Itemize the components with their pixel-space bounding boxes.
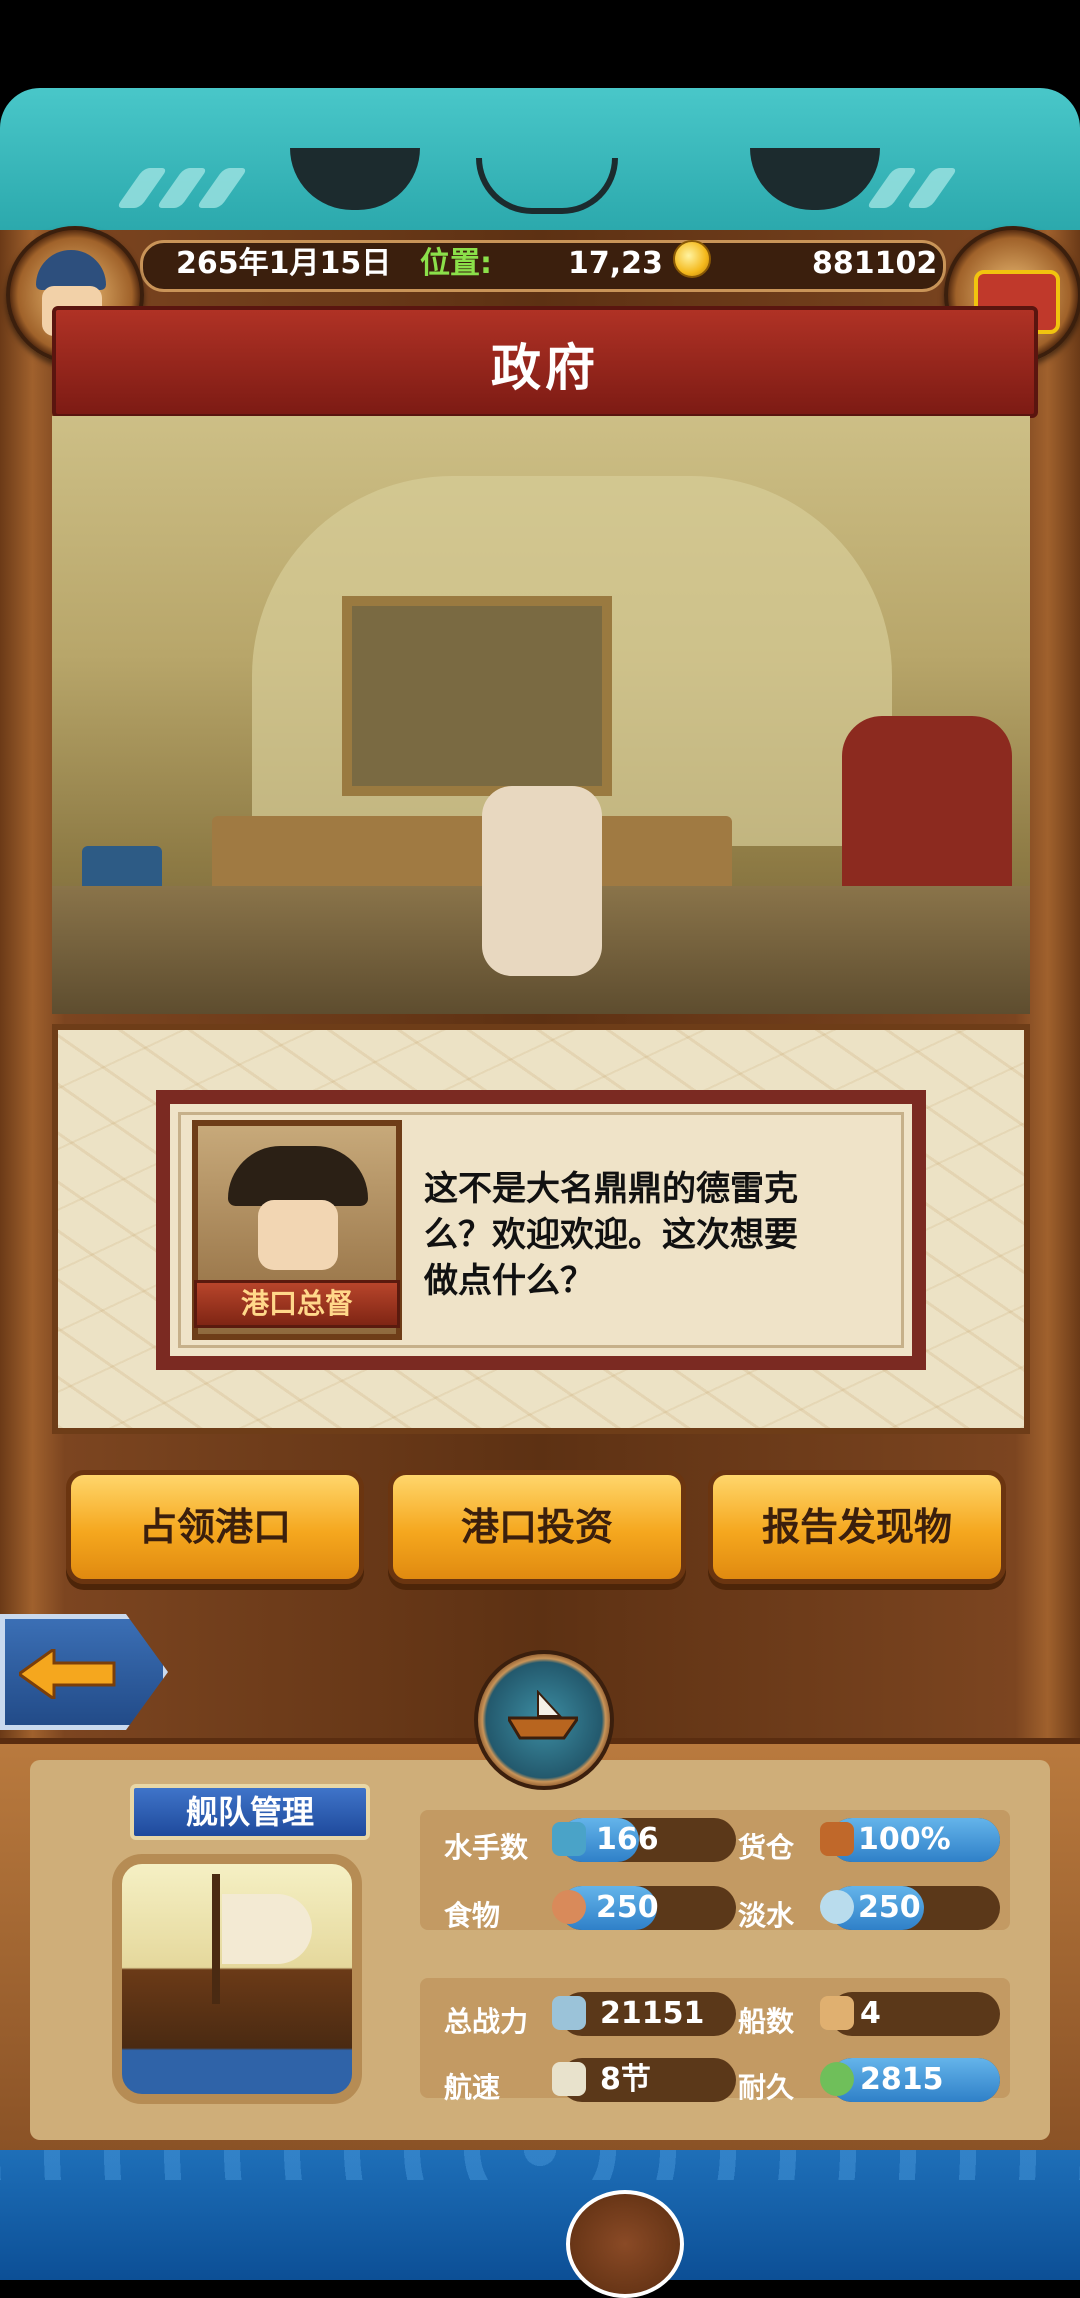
arrow-left-icon [19, 1649, 116, 1699]
port-investment-button[interactable]: 港口投资 [388, 1470, 686, 1584]
stat-value-ship-count: 4 [860, 1996, 881, 2031]
boat-icon [508, 1690, 578, 1740]
sailor-avatar-icon[interactable] [566, 2190, 684, 2298]
stat-label-sailors: 水手数 [444, 1831, 529, 1864]
stat-label-ship-count: 船数 [738, 2005, 795, 2038]
banner-mouth [476, 158, 618, 214]
ocean-waves [0, 2150, 1080, 2180]
banner-right-eye [750, 148, 880, 210]
stat-label-cargo: 货仓 [738, 1831, 795, 1864]
government-office-scene [52, 416, 1030, 1014]
scene-painting [342, 596, 612, 796]
ship-mast [212, 1874, 220, 2004]
title-bar: 政府 [52, 306, 1038, 418]
fleet-compass-button[interactable] [474, 1650, 614, 1790]
stat-value-power: 21151 [600, 1996, 705, 2031]
stat-label-food: 食物 [444, 1899, 501, 1932]
stat-value-water: 250 [858, 1890, 921, 1925]
position-label: 位置: [420, 246, 492, 281]
page-title: 政府 [491, 339, 599, 397]
sword-icon [552, 1996, 586, 2030]
stat-value-durability: 2815 [860, 2062, 944, 2097]
stat-value-sailors: 166 [596, 1822, 659, 1857]
fleet-management-title[interactable]: 舰队管理 [130, 1784, 370, 1840]
water-jug-icon [820, 1890, 854, 1924]
speaker-label: 港口总督 [194, 1280, 400, 1328]
tricorn-hat-icon [228, 1146, 368, 1206]
meat-icon [552, 1890, 586, 1924]
pirate-hat-icon [36, 250, 106, 290]
dialog-text: 这不是大名鼎鼎的德雷克么？欢迎欢迎。这次想要做点什么？ [424, 1169, 798, 1301]
stat-label-water: 淡水 [738, 1899, 795, 1932]
sail-icon [552, 2062, 586, 2096]
stat-label-durability: 耐久 [738, 2071, 795, 2104]
governor-face-icon [258, 1200, 338, 1270]
scene-character [482, 786, 602, 976]
stat-value-speed: 8节 [600, 2062, 651, 2097]
gold-amount: 881102 [812, 246, 938, 281]
occupy-port-button[interactable]: 占领港口 [66, 1470, 364, 1584]
stat-label-power: 总战力 [444, 2005, 529, 2038]
wreath-icon [820, 2062, 854, 2096]
position-value: 17,23 [568, 246, 663, 281]
stat-value-food: 250 [596, 1890, 659, 1925]
date-text: 265年1月15日 [176, 246, 392, 281]
stat-label-speed: 航速 [444, 2071, 501, 2104]
ship-count-icon [820, 1996, 854, 2030]
stat-value-cargo: 100% [858, 1822, 951, 1857]
ship-sail [222, 1894, 312, 1964]
sailor-icon [552, 1822, 586, 1856]
report-discovery-button[interactable]: 报告发现物 [708, 1470, 1006, 1584]
top-banner [0, 88, 1080, 238]
gold-coin-icon [673, 240, 711, 278]
banner-left-eye [290, 148, 420, 210]
stat-bar-ship-count [830, 1992, 1000, 2036]
ship-cross-section-image [112, 1854, 362, 2104]
crate-icon [820, 1822, 854, 1856]
